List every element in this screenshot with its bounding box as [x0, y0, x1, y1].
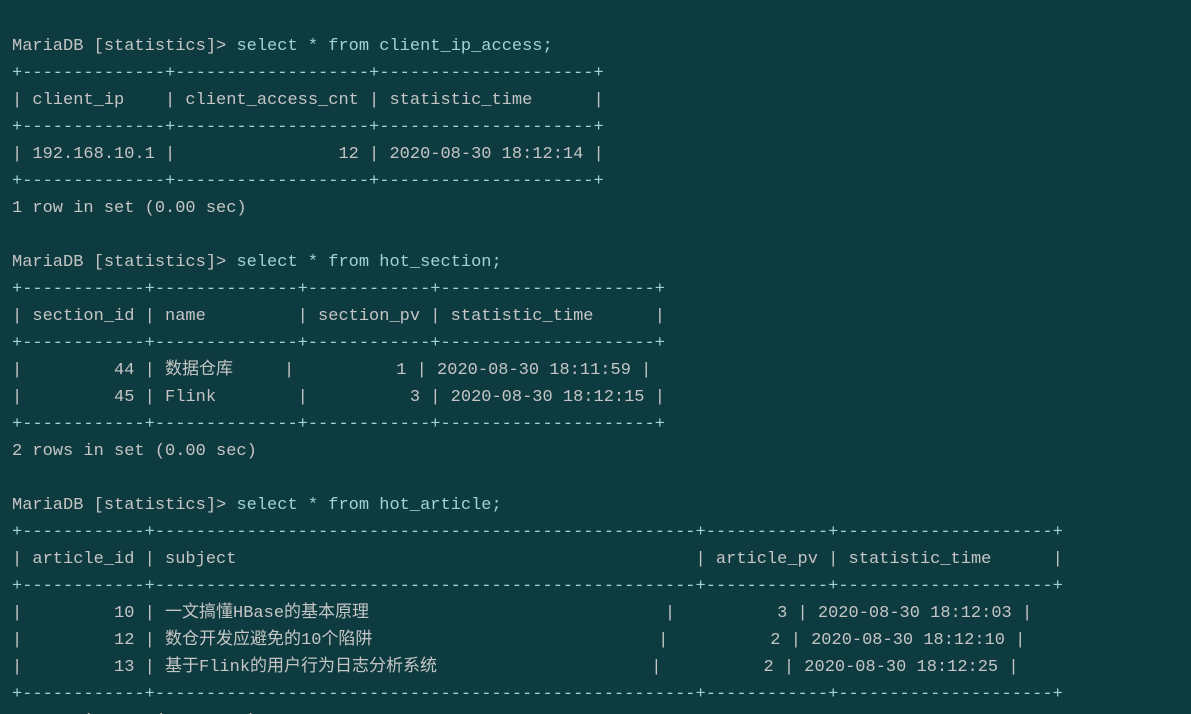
db-prompt: MariaDB [statistics]>: [12, 496, 226, 515]
table-header-row: | section_id | name | section_pv | stati…: [12, 307, 665, 326]
table-border: +------------+--------------+-----------…: [12, 415, 665, 434]
table-border: +------------+--------------+-----------…: [12, 280, 665, 299]
db-prompt: MariaDB [statistics]>: [12, 37, 226, 56]
table-header-row: | client_ip | client_access_cnt | statis…: [12, 91, 604, 110]
table-row: | 13 | 基于Flink的用户行为日志分析系统 | 2 | 2020-08-…: [12, 658, 1019, 677]
table-header-row: | article_id | subject | article_pv | st…: [12, 550, 1063, 569]
table-row: | 192.168.10.1 | 12 | 2020-08-30 18:12:1…: [12, 145, 604, 164]
table-border: +--------------+-------------------+----…: [12, 64, 604, 83]
sql-query-1: select * from client_ip_access;: [236, 37, 552, 56]
table-border: +------------+--------------------------…: [12, 685, 1063, 704]
table-row: | 45 | Flink | 3 | 2020-08-30 18:12:15 |: [12, 388, 665, 407]
table-border: +------------+--------------------------…: [12, 523, 1063, 542]
table-row: | 12 | 数仓开发应避免的10个陷阱 | 2 | 2020-08-30 18…: [12, 631, 1025, 650]
terminal-output: MariaDB [statistics]> select * from clie…: [0, 0, 1191, 714]
db-prompt: MariaDB [statistics]>: [12, 253, 226, 272]
table-border: +------------+--------------------------…: [12, 577, 1063, 596]
table-row: | 44 | 数据仓库 | 1 | 2020-08-30 18:11:59 |: [12, 361, 651, 380]
table-border: +------------+--------------+-----------…: [12, 334, 665, 353]
rows-status: 2 rows in set (0.00 sec): [12, 442, 257, 461]
sql-query-3: select * from hot_article;: [236, 496, 501, 515]
rows-status: 1 row in set (0.00 sec): [12, 199, 247, 218]
table-border: +--------------+-------------------+----…: [12, 118, 604, 137]
sql-query-2: select * from hot_section;: [236, 253, 501, 272]
table-border: +--------------+-------------------+----…: [12, 172, 604, 191]
table-row: | 10 | 一文搞懂HBase的基本原理 | 3 | 2020-08-30 1…: [12, 604, 1032, 623]
